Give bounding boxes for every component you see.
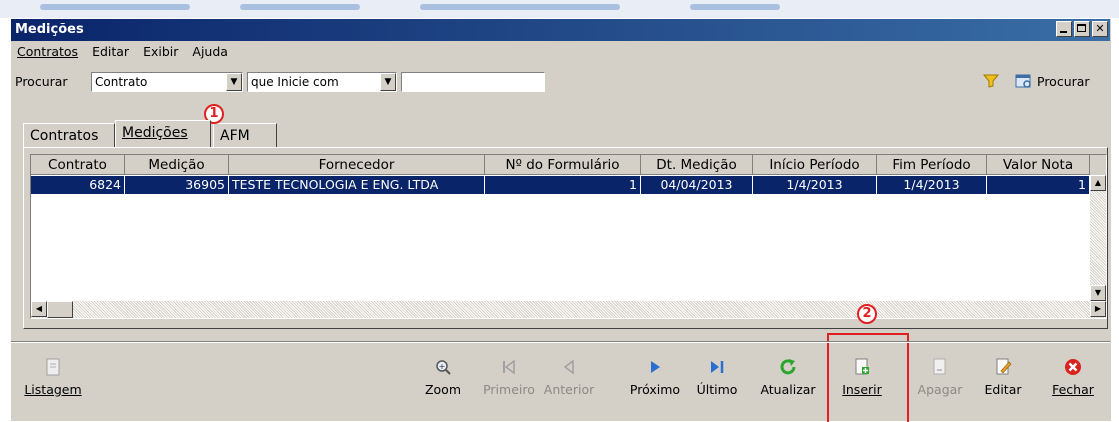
tab-label: Contratos bbox=[30, 128, 99, 144]
cell-fornecedor: TESTE TECNOLOGIA E ENG. LTDA bbox=[229, 176, 485, 194]
search-field-select[interactable]: Contrato ▼ bbox=[91, 72, 243, 92]
zoom-label: Zoom bbox=[424, 382, 462, 397]
search-row: Procurar Contrato ▼ que Inicie com ▼ Pro… bbox=[15, 70, 1108, 94]
scroll-thumb[interactable] bbox=[47, 301, 73, 318]
column-header[interactable]: Início Período bbox=[753, 155, 877, 175]
search-button[interactable]: Procurar bbox=[1037, 74, 1090, 89]
search-field-value: Contrato bbox=[95, 75, 148, 89]
ultimo-button[interactable]: Último bbox=[695, 358, 739, 397]
close-circle-icon bbox=[1065, 359, 1081, 375]
primeiro-label: Primeiro bbox=[483, 382, 535, 397]
cell-dt-medicao: 04/04/2013 bbox=[641, 176, 753, 194]
column-header[interactable]: Fornecedor bbox=[229, 155, 485, 175]
first-record-icon bbox=[503, 359, 515, 375]
column-header[interactable]: Contrato bbox=[31, 155, 125, 175]
cell-fim: 1/4/2013 bbox=[877, 176, 987, 194]
grid-header: Contrato Medição Fornecedor Nº do Formul… bbox=[31, 155, 1106, 175]
new-document-icon bbox=[855, 358, 869, 375]
ultimo-label: Último bbox=[696, 382, 738, 397]
zoom-button[interactable]: + Zoom bbox=[423, 358, 463, 397]
apagar-label: Apagar bbox=[917, 382, 963, 397]
atualizar-label: Atualizar bbox=[760, 382, 816, 397]
tab-label: Medições bbox=[122, 125, 188, 141]
proximo-label: Próximo bbox=[629, 382, 681, 397]
column-header[interactable]: Fim Período bbox=[877, 155, 987, 175]
vertical-scrollbar[interactable]: ▲ ▼ bbox=[1090, 175, 1106, 301]
editar-label: Editar bbox=[984, 382, 1022, 397]
medicoes-panel: Contrato Medição Fornecedor Nº do Formul… bbox=[23, 147, 1108, 329]
column-header[interactable]: Nº do Formulário bbox=[485, 155, 641, 175]
table-row[interactable]: 6824 36905 TESTE TECNOLOGIA E ENG. LTDA … bbox=[31, 176, 1090, 194]
atualizar-button[interactable]: Atualizar bbox=[757, 358, 819, 397]
apagar-button[interactable]: Apagar bbox=[915, 358, 965, 397]
medicoes-window: Medições ✕ Contratos Editar Exibir Ajuda… bbox=[10, 18, 1111, 422]
callout-2: 2 bbox=[857, 304, 877, 324]
background-strip bbox=[0, 0, 1119, 18]
chevron-down-icon[interactable]: ▼ bbox=[380, 73, 396, 91]
svg-text:+: + bbox=[439, 362, 446, 371]
search-area: Procurar bbox=[983, 73, 1090, 89]
next-icon bbox=[651, 361, 660, 373]
magnifier-icon: + bbox=[436, 360, 451, 375]
search-operator-value: que Inicie com bbox=[251, 75, 339, 89]
listagem-label: Listagem bbox=[24, 382, 82, 397]
bottom-toolbar: Listagem + Zoom Primeiro Anterior Próxim… bbox=[11, 341, 1110, 422]
title-bar[interactable]: Medições ✕ bbox=[11, 19, 1110, 41]
cell-inicio: 1/4/2013 bbox=[753, 176, 877, 194]
search-label: Procurar bbox=[15, 74, 68, 89]
cell-valor: 1 bbox=[987, 176, 1090, 194]
minimize-icon[interactable] bbox=[1056, 21, 1072, 37]
anterior-label: Anterior bbox=[543, 382, 595, 397]
anterior-button[interactable]: Anterior bbox=[541, 358, 597, 397]
medicoes-grid[interactable]: Contrato Medição Fornecedor Nº do Formul… bbox=[30, 154, 1107, 319]
filter-icon[interactable] bbox=[983, 74, 999, 88]
cell-medicao: 36905 bbox=[125, 176, 229, 194]
column-header[interactable]: Medição bbox=[125, 155, 229, 175]
close-icon[interactable]: ✕ bbox=[1092, 21, 1108, 37]
menu-editar[interactable]: Editar bbox=[90, 44, 131, 62]
chevron-down-icon[interactable]: ▼ bbox=[226, 73, 242, 91]
scroll-left-icon[interactable]: ◀ bbox=[31, 301, 47, 317]
tab-contratos[interactable]: Contratos bbox=[23, 123, 115, 147]
scroll-up-icon[interactable]: ▲ bbox=[1090, 175, 1106, 191]
cell-formulario: 1 bbox=[485, 176, 641, 194]
scroll-right-icon[interactable]: ▶ bbox=[1090, 301, 1106, 317]
cell-contrato: 6824 bbox=[31, 176, 125, 194]
tab-afm[interactable]: AFM bbox=[213, 123, 277, 147]
search-operator-select[interactable]: que Inicie com ▼ bbox=[247, 72, 397, 92]
last-record-icon bbox=[711, 361, 724, 373]
delete-document-icon bbox=[933, 358, 946, 375]
column-header[interactable]: Dt. Medição bbox=[641, 155, 753, 175]
window-title: Medições bbox=[15, 22, 84, 37]
horizontal-scrollbar[interactable]: ◀ ▶ bbox=[31, 301, 1106, 318]
primeiro-button[interactable]: Primeiro bbox=[481, 358, 537, 397]
search-window-icon bbox=[1015, 74, 1031, 88]
refresh-icon bbox=[780, 359, 796, 375]
tab-medicoes[interactable]: Medições bbox=[115, 120, 211, 147]
fechar-label: Fechar bbox=[1052, 382, 1094, 397]
inserir-label: Inserir bbox=[842, 382, 882, 397]
scroll-down-icon[interactable]: ▼ bbox=[1090, 285, 1106, 301]
edit-icon bbox=[996, 358, 1012, 375]
listagem-button[interactable]: Listagem bbox=[23, 358, 83, 397]
inserir-button[interactable]: Inserir bbox=[837, 358, 887, 397]
editar-button[interactable]: Editar bbox=[983, 358, 1023, 397]
menu-ajuda[interactable]: Ajuda bbox=[190, 44, 230, 62]
proximo-button[interactable]: Próximo bbox=[627, 358, 683, 397]
fechar-button[interactable]: Fechar bbox=[1051, 358, 1095, 397]
menu-exibir[interactable]: Exibir bbox=[141, 44, 180, 62]
menu-bar: Contratos Editar Exibir Ajuda bbox=[15, 44, 230, 62]
column-header[interactable]: Valor Nota bbox=[987, 155, 1090, 175]
document-icon bbox=[46, 358, 60, 376]
tab-label: AFM bbox=[220, 128, 250, 144]
search-input[interactable] bbox=[401, 72, 545, 92]
menu-contratos[interactable]: Contratos bbox=[15, 44, 80, 62]
previous-icon bbox=[563, 359, 574, 375]
maximize-icon[interactable] bbox=[1074, 21, 1090, 37]
